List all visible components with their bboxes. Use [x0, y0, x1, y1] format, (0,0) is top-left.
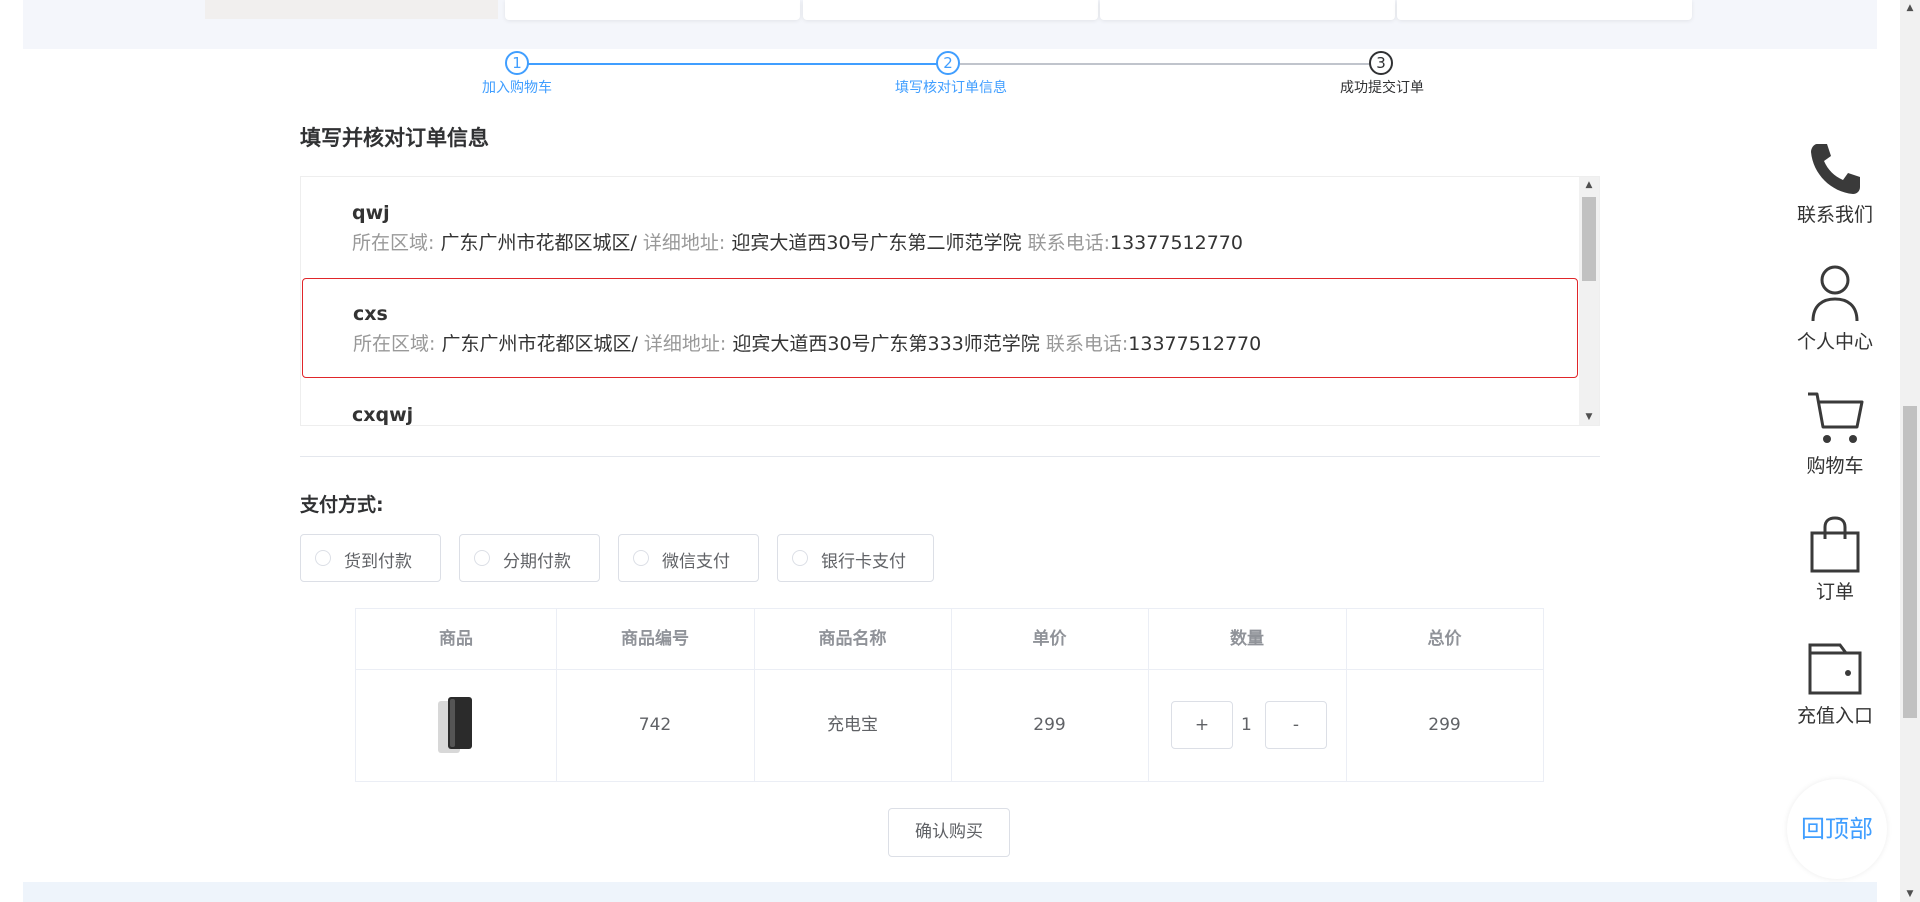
powerbank-image — [438, 697, 472, 753]
sidebar-label: 联系我们 — [1796, 204, 1873, 226]
top-product-card[interactable] — [1100, 0, 1395, 20]
address-name: cxs — [353, 303, 388, 325]
bag-icon — [1810, 516, 1860, 573]
address-line: 所在区域: 广东广州市花都区城区/ 详细地址: 迎宾大道西30号广东第333师范… — [353, 329, 1261, 356]
user-icon — [1811, 265, 1859, 322]
top-product-card[interactable] — [505, 0, 800, 20]
scroll-thumb[interactable] — [1582, 197, 1596, 281]
scroll-down-icon[interactable]: ▼ — [1579, 409, 1599, 425]
sidebar-label: 购物车 — [1806, 455, 1864, 477]
footer-band — [23, 882, 1877, 902]
wallet-icon — [1808, 643, 1862, 695]
detail-value: 迎宾大道西30号广东第333师范学院 — [732, 333, 1040, 355]
payment-title: 支付方式: — [300, 494, 384, 516]
step-3-label: 成功提交订单 — [1340, 80, 1424, 96]
region-label: 所在区域: — [352, 232, 435, 254]
payment-option-wechat[interactable]: 微信支付 — [618, 534, 759, 582]
sidebar-item-recharge[interactable]: 充值入口 — [1780, 641, 1890, 728]
radio-icon[interactable] — [792, 550, 808, 566]
top-product-card[interactable] — [1397, 0, 1692, 20]
total-price: 299 — [1428, 715, 1461, 735]
step-1-label: 加入购物车 — [482, 80, 552, 96]
sidebar-item-orders[interactable]: 订单 — [1780, 515, 1890, 604]
decrease-quantity-button[interactable]: - — [1265, 701, 1327, 749]
payment-option-label: 微信支付 — [662, 552, 730, 572]
region-value: 广东广州市花都区城区/ — [441, 333, 638, 355]
address-scrollbar[interactable]: ▲ ▼ — [1579, 177, 1599, 425]
address-item[interactable]: cxqwj — [301, 379, 1578, 426]
product-name: 充电宝 — [827, 715, 878, 735]
step-2-circle: 2 — [936, 51, 960, 75]
page-scroll-thumb[interactable] — [1903, 406, 1917, 718]
scroll-down-icon[interactable]: ▼ — [1900, 886, 1920, 902]
product-id: 742 — [638, 715, 672, 735]
header-total: 总价 — [1427, 629, 1462, 649]
phone-icon — [1811, 144, 1860, 194]
phone-value: 13377512770 — [1128, 333, 1262, 355]
cart-icon — [1808, 392, 1864, 443]
phone-label: 联系电话: — [1045, 333, 1129, 355]
address-line: 所在区域: 广东广州市花都区城区/ 详细地址: 迎宾大道西30号广东第二师范学院… — [352, 228, 1243, 255]
region-label: 所在区域: — [353, 333, 436, 355]
back-to-top-button[interactable]: 回顶部 — [1787, 779, 1887, 879]
address-list: qwj 所在区域: 广东广州市花都区城区/ 详细地址: 迎宾大道西30号广东第二… — [300, 176, 1600, 426]
step-2-label: 填写核对订单信息 — [895, 80, 1007, 96]
scroll-up-icon[interactable]: ▲ — [1900, 0, 1920, 16]
sidebar-item-contact[interactable]: 联系我们 — [1780, 140, 1890, 227]
radio-icon[interactable] — [474, 550, 490, 566]
payment-option-installment[interactable]: 分期付款 — [459, 534, 600, 582]
payment-option-cod[interactable]: 货到付款 — [300, 534, 441, 582]
detail-label: 详细地址: — [642, 232, 726, 254]
payment-option-label: 货到付款 — [344, 552, 412, 572]
unit-price: 299 — [1033, 715, 1066, 735]
increase-quantity-button[interactable]: + — [1171, 701, 1233, 749]
header-product: 商品 — [439, 629, 473, 649]
top-banner-image — [205, 0, 498, 19]
header-product-name: 商品名称 — [818, 629, 887, 649]
sidebar-item-profile[interactable]: 个人中心 — [1780, 263, 1890, 354]
sidebar-label: 订单 — [1815, 581, 1854, 603]
product-image-cell — [356, 669, 556, 781]
header-unit-price: 单价 — [1032, 629, 1067, 649]
step-connector — [528, 63, 939, 65]
radio-icon[interactable] — [633, 550, 649, 566]
page-title: 填写并核对订单信息 — [300, 126, 489, 150]
detail-label: 详细地址: — [643, 333, 727, 355]
phone-label: 联系电话: — [1027, 232, 1110, 254]
step-1-circle: 1 — [505, 51, 529, 75]
payment-option-label: 银行卡支付 — [821, 552, 906, 572]
scroll-up-icon[interactable]: ▲ — [1579, 177, 1599, 193]
phone-value: 13377512770 — [1110, 232, 1243, 254]
address-item[interactable]: qwj 所在区域: 广东广州市花都区城区/ 详细地址: 迎宾大道西30号广东第二… — [301, 177, 1578, 277]
page-scrollbar[interactable]: ▲ ▼ — [1900, 0, 1920, 902]
address-item-selected[interactable]: cxs 所在区域: 广东广州市花都区城区/ 详细地址: 迎宾大道西30号广东第3… — [302, 278, 1578, 378]
quantity-value: 1 — [1241, 715, 1252, 735]
header-product-id: 商品编号 — [621, 629, 689, 649]
section-divider — [300, 456, 1600, 457]
address-name: qwj — [352, 202, 390, 224]
step-connector — [960, 63, 1371, 65]
confirm-purchase-button[interactable]: 确认购买 — [888, 808, 1010, 857]
payment-option-label: 分期付款 — [503, 552, 571, 572]
address-name: cxqwj — [352, 404, 414, 426]
order-table: 商品 商品编号 商品名称 单价 数量 总价 742 充电宝 299 + 1 - … — [355, 608, 1544, 782]
sidebar-label: 个人中心 — [1796, 331, 1873, 353]
top-product-card[interactable] — [803, 0, 1098, 20]
step-3-circle: 3 — [1369, 51, 1393, 75]
sidebar-label: 充值入口 — [1796, 705, 1873, 727]
sidebar-item-cart[interactable]: 购物车 — [1780, 389, 1890, 478]
detail-value: 迎宾大道西30号广东第二师范学院 — [731, 232, 1022, 254]
header-quantity: 数量 — [1230, 629, 1264, 649]
region-value: 广东广州市花都区城区/ — [440, 232, 637, 254]
radio-icon[interactable] — [315, 550, 331, 566]
payment-option-bankcard[interactable]: 银行卡支付 — [777, 534, 934, 582]
